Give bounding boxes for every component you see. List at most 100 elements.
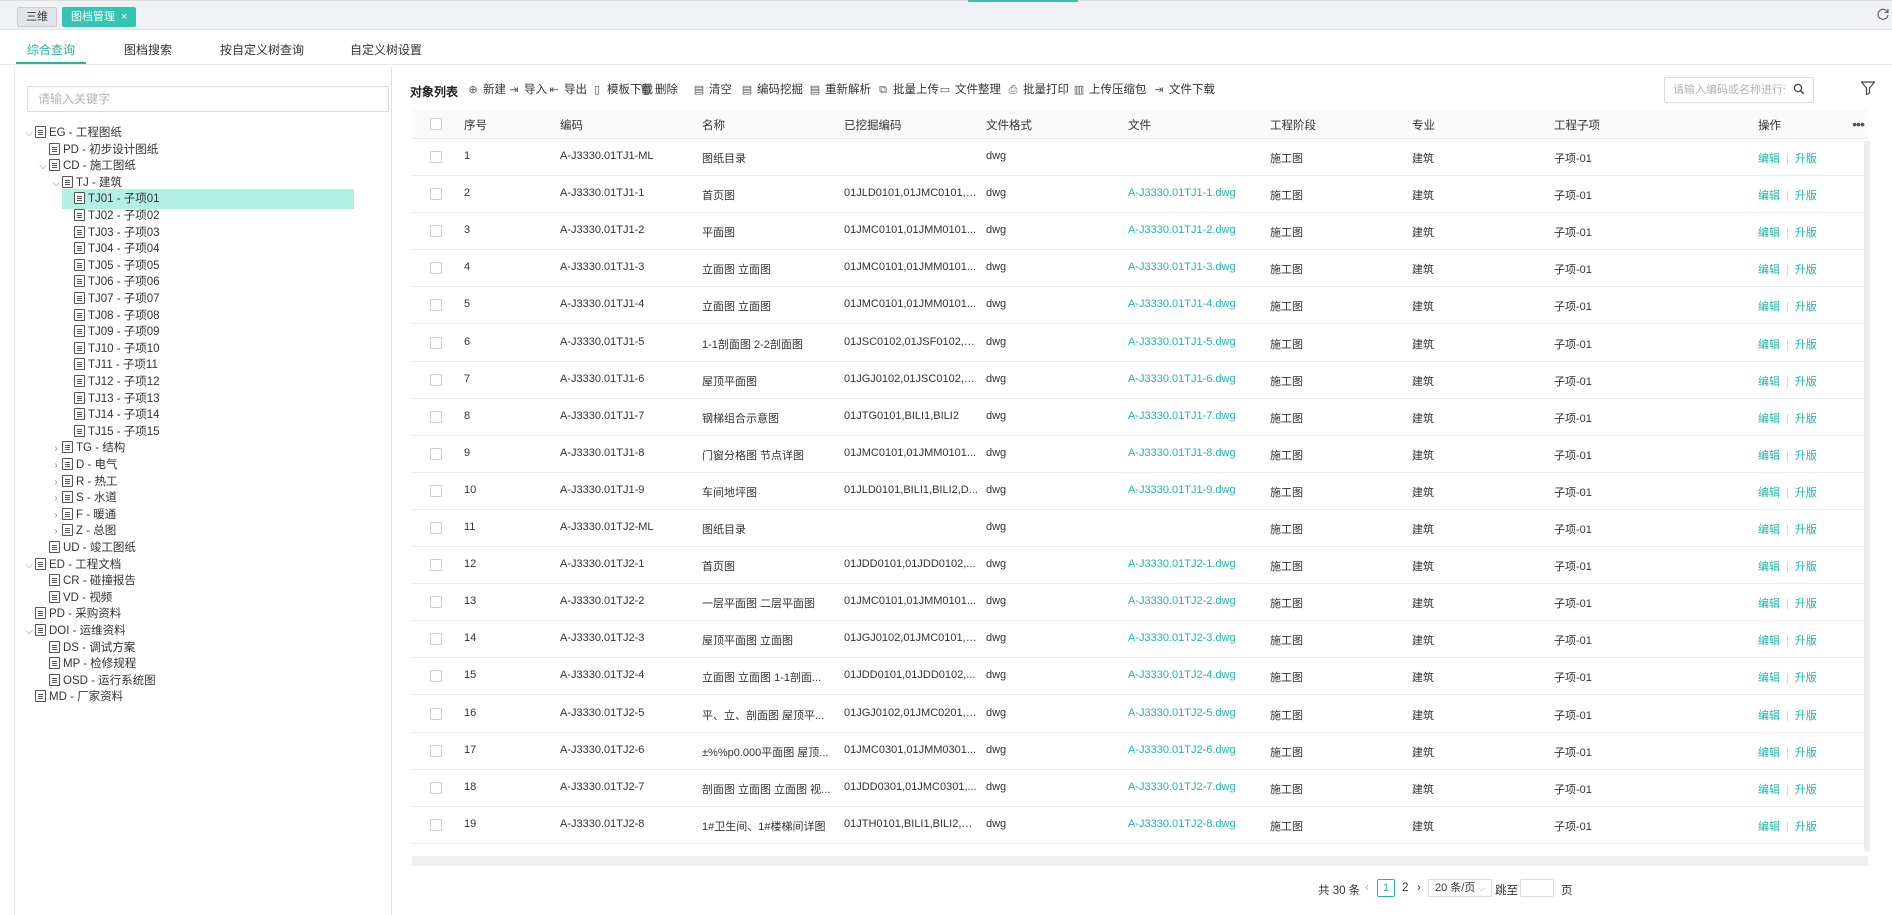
file-link[interactable]: A-J3330.01TJ2-6.dwg [1128, 744, 1236, 756]
upgrade-button[interactable]: 升版 [1795, 376, 1817, 388]
select-all-checkbox[interactable] [430, 118, 442, 130]
row-checkbox[interactable] [430, 707, 442, 720]
tab-comprehensive-query[interactable]: 综合查询 [27, 41, 75, 58]
upgrade-button[interactable]: 升版 [1795, 153, 1817, 165]
file-link[interactable]: A-J3330.01TJ2-5.dwg [1128, 707, 1236, 719]
table-row[interactable]: 13 A-J3330.01TJ2-2 一层平面图 二层平面图 01JMC0101,01… [412, 584, 1868, 622]
upgrade-button[interactable]: 升版 [1795, 450, 1817, 462]
upgrade-button[interactable]: 升版 [1795, 598, 1817, 610]
code-name-search-input[interactable] [1665, 78, 1785, 102]
upgrade-button[interactable]: 升版 [1795, 821, 1817, 833]
table-row[interactable]: 4 A-J3330.01TJ1-3 立面图 立面图 01JMC0101,01JMM01… [412, 250, 1868, 288]
table-row[interactable]: 5 A-J3330.01TJ1-4 立面图 立面图 01JMC0101,01JMM01… [412, 287, 1868, 325]
toolbar-button[interactable]: ▭ 文件整理 [939, 80, 1001, 100]
vertical-scrollbar[interactable] [1864, 140, 1870, 852]
row-checkbox[interactable] [430, 373, 442, 386]
code-name-search[interactable] [1664, 77, 1814, 103]
file-link[interactable]: A-J3330.01TJ2-7.dwg [1128, 781, 1236, 793]
chevron-down-icon[interactable]: ⌵ [23, 622, 35, 642]
horizontal-scrollbar[interactable] [412, 856, 1868, 866]
toolbar-button[interactable]: ⇥ 文件下载 [1153, 80, 1215, 100]
edit-button[interactable]: 编辑 [1758, 598, 1780, 610]
file-link[interactable]: A-J3330.01TJ1-1.dwg [1128, 187, 1236, 199]
chevron-down-icon[interactable]: ⌵ [50, 174, 62, 194]
upgrade-button[interactable]: 升版 [1795, 264, 1817, 276]
edit-button[interactable]: 编辑 [1758, 524, 1780, 536]
toolbar-button[interactable]: ▤ 重新解析 [809, 80, 871, 100]
file-link[interactable]: A-J3330.01TJ2-1.dwg [1128, 558, 1236, 570]
edit-button[interactable]: 编辑 [1758, 635, 1780, 647]
row-checkbox[interactable] [430, 188, 442, 201]
edit-button[interactable]: 编辑 [1758, 227, 1780, 239]
row-checkbox[interactable] [430, 262, 442, 275]
tab-3d[interactable]: 三维 [17, 7, 57, 27]
jump-page-input[interactable] [1520, 879, 1554, 897]
edit-button[interactable]: 编辑 [1758, 561, 1780, 573]
prev-page-icon[interactable]: ‹ [1365, 882, 1369, 894]
table-row[interactable]: 10 A-J3330.01TJ1-9 车间地坪图 01JLD0101,BILI1,BI… [412, 473, 1868, 510]
edit-button[interactable]: 编辑 [1758, 747, 1780, 759]
file-link[interactable]: A-J3330.01TJ2-2.dwg [1128, 595, 1236, 607]
row-checkbox[interactable] [430, 225, 442, 238]
toolbar-button[interactable]: ⎙ 批量打印 [1007, 80, 1069, 100]
table-row[interactable]: 19 A-J3330.01TJ2-8 1#卫生间、1#楼梯间详图 01JTH0101,… [412, 807, 1868, 844]
table-row[interactable]: 1 A-J3330.01TJ1-ML 图纸目录 dwg 施工图 建筑 子项-01 编辑 | 升版 [412, 139, 1868, 176]
upgrade-button[interactable]: 升版 [1795, 672, 1817, 684]
upgrade-button[interactable]: 升版 [1795, 413, 1817, 425]
chevron-down-icon[interactable]: ⌵ [23, 556, 35, 576]
edit-button[interactable]: 编辑 [1758, 487, 1780, 499]
file-link[interactable]: A-J3330.01TJ1-3.dwg [1128, 261, 1236, 273]
toolbar-button[interactable]: ⇤ 导出 [548, 80, 587, 100]
upgrade-button[interactable]: 升版 [1795, 487, 1817, 499]
edit-button[interactable]: 编辑 [1758, 784, 1780, 796]
table-row[interactable]: 15 A-J3330.01TJ2-4 立面图 立面图 1-1剖面... 01JDD01… [412, 658, 1868, 696]
file-link[interactable]: A-J3330.01TJ1-2.dwg [1128, 224, 1236, 236]
close-icon[interactable]: × [121, 11, 127, 23]
edit-button[interactable]: 编辑 [1758, 450, 1780, 462]
table-row[interactable]: 7 A-J3330.01TJ1-6 屋顶平面图 01JGJ0102,01JSC0102… [412, 362, 1868, 399]
upgrade-button[interactable]: 升版 [1795, 784, 1817, 796]
file-link[interactable]: A-J3330.01TJ1-5.dwg [1128, 336, 1236, 348]
file-link[interactable]: A-J3330.01TJ2-3.dwg [1128, 632, 1236, 644]
filter-icon[interactable] [1860, 80, 1876, 96]
table-row[interactable]: 3 A-J3330.01TJ1-2 平面图 01JMC0101,01JMM0101..… [412, 213, 1868, 251]
edit-button[interactable]: 编辑 [1758, 264, 1780, 276]
table-row[interactable]: 9 A-J3330.01TJ1-8 门窗分格图 节点详图 01JMC0101,01JM… [412, 436, 1868, 473]
upgrade-button[interactable]: 升版 [1795, 561, 1817, 573]
edit-button[interactable]: 编辑 [1758, 190, 1780, 202]
search-icon[interactable] [1793, 83, 1805, 98]
file-link[interactable]: A-J3330.01TJ1-8.dwg [1128, 447, 1236, 459]
table-row[interactable]: 8 A-J3330.01TJ1-7 钢梯组合示意图 01JTG0101,BILI1,B… [412, 399, 1868, 436]
row-checkbox[interactable] [430, 744, 442, 757]
upgrade-button[interactable]: 升版 [1795, 301, 1817, 313]
upgrade-button[interactable]: 升版 [1795, 190, 1817, 202]
tree-node[interactable]: MD - 厂家资料 [23, 687, 123, 707]
refresh-icon[interactable] [1876, 7, 1890, 23]
edit-button[interactable]: 编辑 [1758, 821, 1780, 833]
toolbar-button[interactable]: ▤ 清空 [693, 80, 732, 100]
row-checkbox[interactable] [430, 818, 442, 831]
row-checkbox[interactable] [430, 559, 442, 572]
toolbar-button[interactable]: ▤ 编码挖掘 [741, 80, 803, 100]
row-checkbox[interactable] [430, 484, 442, 497]
table-row[interactable]: 16 A-J3330.01TJ2-5 平、立、剖面图 屋顶平... 01JGJ0102… [412, 696, 1868, 733]
tab-custom-tree-query[interactable]: 按自定义树查询 [220, 41, 304, 58]
row-checkbox[interactable] [430, 336, 442, 349]
edit-button[interactable]: 编辑 [1758, 672, 1780, 684]
edit-button[interactable]: 编辑 [1758, 710, 1780, 722]
row-checkbox[interactable] [430, 781, 442, 794]
row-checkbox[interactable] [430, 522, 442, 534]
row-checkbox[interactable] [430, 596, 442, 609]
page-size-select[interactable]: 20 条/页 ⌵ [1428, 879, 1492, 897]
upgrade-button[interactable]: 升版 [1795, 339, 1817, 351]
upgrade-button[interactable]: 升版 [1795, 710, 1817, 722]
page-1[interactable]: 1 [1377, 879, 1395, 897]
file-link[interactable]: A-J3330.01TJ2-8.dwg [1128, 818, 1236, 830]
next-page-icon[interactable]: › [1417, 882, 1421, 894]
row-checkbox[interactable] [430, 299, 442, 312]
edit-button[interactable]: 编辑 [1758, 339, 1780, 351]
row-checkbox[interactable] [430, 410, 442, 423]
table-row[interactable]: 11 A-J3330.01TJ2-ML 图纸目录 dwg 施工图 建筑 子项-01 编辑 | 升版 [412, 510, 1868, 547]
table-row[interactable]: 6 A-J3330.01TJ1-5 1-1剖面图 2-2剖面图 01JSC0102,0… [412, 325, 1868, 362]
page-2[interactable]: 2 [1402, 882, 1408, 894]
